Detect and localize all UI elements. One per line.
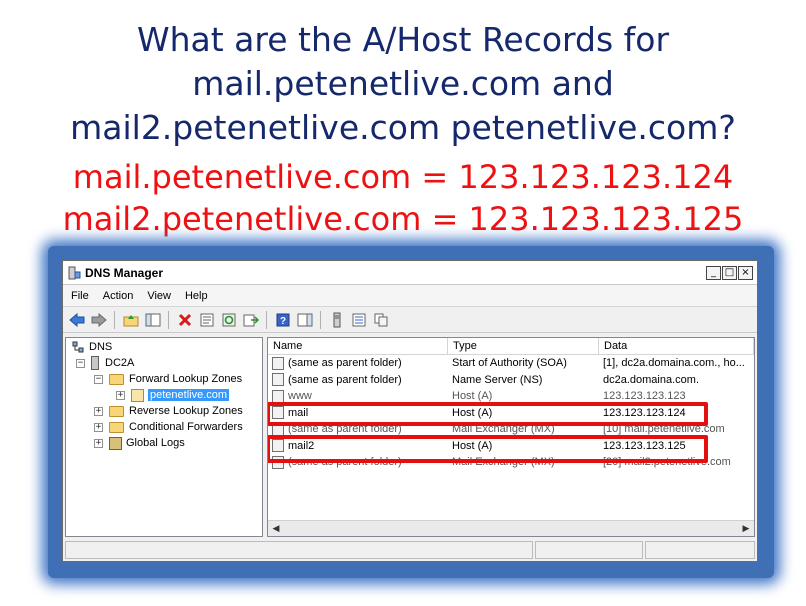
column-header-data[interactable]: Data: [599, 338, 754, 354]
window-controls: _ □ ×: [706, 265, 753, 280]
record-data: dc2a.domaina.com.: [603, 373, 699, 386]
minimize-button[interactable]: _: [706, 265, 721, 280]
answer-line-mail2: mail2.petenetlive.com = 123.123.123.125: [62, 200, 744, 238]
tree-item-dns[interactable]: DNS: [72, 339, 112, 355]
tree-item-reverse-lookup-zones[interactable]: + Reverse Lookup Zones: [94, 403, 243, 419]
status-segment: [535, 541, 643, 559]
tree-item-server[interactable]: − DC2A: [76, 355, 134, 371]
expand-icon[interactable]: +: [94, 422, 103, 432]
answer-line-mail: mail.petenetlive.com = 123.123.123.124: [72, 158, 734, 196]
toolbar-separator: [168, 310, 169, 329]
records-list: Name Type Data (same as parent folder) S…: [267, 337, 755, 537]
dns-manager-app-icon: [68, 266, 81, 279]
scroll-right-icon[interactable]: ▶: [738, 521, 754, 536]
highlight-box-mail2: [268, 435, 708, 463]
toolbar: ?: [63, 307, 757, 333]
collapse-icon[interactable]: −: [94, 374, 103, 384]
record-row[interactable]: (same as parent folder) Name Server (NS)…: [268, 372, 754, 389]
delete-icon[interactable]: [175, 310, 194, 329]
help-icon[interactable]: ?: [273, 310, 292, 329]
tree-item-petenetlive-zone[interactable]: + petenetlive.com: [116, 387, 230, 403]
tree-label: Conditional Forwarders: [129, 421, 243, 433]
record-row[interactable]: (same as parent folder) Start of Authori…: [268, 355, 754, 372]
dns-manager-window: DNS Manager _ □ × File Action View Help …: [62, 260, 758, 562]
tree-label: DC2A: [105, 357, 135, 369]
tree-item-conditional-forwarders[interactable]: + Conditional Forwarders: [94, 419, 243, 435]
record-data: [1], dc2a.domaina.com., ho...: [603, 357, 745, 370]
folder-icon: [109, 421, 124, 433]
record-type: Start of Authority (SOA): [452, 357, 567, 370]
menu-action[interactable]: Action: [103, 290, 134, 302]
copy-icon[interactable]: [371, 310, 390, 329]
title-bar[interactable]: DNS Manager _ □ ×: [63, 261, 757, 285]
folder-icon: [109, 373, 124, 385]
maximize-button[interactable]: □: [722, 265, 737, 280]
record-type: Name Server (NS): [452, 373, 543, 386]
tree-label-selected: petenetlive.com: [148, 389, 230, 401]
question-line: mail2.petenetlive.com petenetlive.com?: [70, 108, 736, 147]
back-icon[interactable]: [67, 310, 86, 329]
column-header-type[interactable]: Type: [448, 338, 599, 354]
content-panes: DNS − DC2A − Forward Lookup Zones + pete…: [65, 337, 755, 537]
record-icon: [272, 373, 284, 387]
log-icon: [109, 436, 122, 450]
show-pane-icon[interactable]: [295, 310, 314, 329]
record-name: (same as parent folder): [288, 357, 402, 370]
record-type: Host (A): [452, 390, 493, 403]
window-title: DNS Manager: [85, 265, 164, 280]
record-name: www: [288, 390, 312, 403]
status-segment: [645, 541, 755, 559]
question-line: mail.petenetlive.com and: [192, 64, 614, 103]
status-segment: [65, 541, 533, 559]
record-icon: [272, 356, 284, 370]
record-icon: [272, 389, 284, 403]
question-heading: What are the A/Host Records for mail.pet…: [0, 18, 806, 150]
menu-view[interactable]: View: [147, 290, 171, 302]
zone-icon: [131, 388, 144, 402]
server-icon[interactable]: [327, 310, 346, 329]
toolbar-separator: [320, 310, 321, 329]
toolbar-separator: [114, 310, 115, 329]
export-icon[interactable]: [241, 310, 260, 329]
tree-item-global-logs[interactable]: + Global Logs: [94, 435, 185, 451]
tree-label: Forward Lookup Zones: [129, 373, 243, 385]
list-icon[interactable]: [349, 310, 368, 329]
menu-bar: File Action View Help: [63, 285, 757, 307]
horizontal-scrollbar[interactable]: ◀ ▶: [268, 520, 754, 536]
close-button[interactable]: ×: [738, 265, 753, 280]
up-folder-icon[interactable]: [121, 310, 140, 329]
server-icon: [91, 356, 99, 370]
expand-icon[interactable]: +: [116, 390, 125, 400]
tree-label: Reverse Lookup Zones: [129, 405, 243, 417]
expand-icon[interactable]: +: [94, 438, 103, 448]
refresh-icon[interactable]: [219, 310, 238, 329]
dns-root-icon: [72, 341, 84, 353]
scroll-left-icon[interactable]: ◀: [268, 521, 284, 536]
show-hide-tree-icon[interactable]: [143, 310, 162, 329]
tree-label: DNS: [89, 341, 113, 353]
forward-icon[interactable]: [89, 310, 108, 329]
column-header-name[interactable]: Name: [268, 338, 448, 354]
record-name: (same as parent folder): [288, 373, 402, 386]
record-data: 123.123.123.123: [603, 390, 686, 403]
console-tree: DNS − DC2A − Forward Lookup Zones + pete…: [65, 337, 263, 537]
menu-file[interactable]: File: [71, 290, 89, 302]
menu-help[interactable]: Help: [185, 290, 208, 302]
question-line: What are the A/Host Records for: [136, 20, 670, 59]
properties-icon[interactable]: [197, 310, 216, 329]
collapse-icon[interactable]: −: [76, 358, 85, 368]
folder-icon: [109, 405, 124, 417]
svg-text:?: ?: [280, 316, 286, 327]
list-header: Name Type Data: [268, 338, 754, 355]
expand-icon[interactable]: +: [94, 406, 103, 416]
answer-text: mail.petenetlive.com = 123.123.123.124 m…: [0, 156, 806, 240]
tree-label: Global Logs: [126, 437, 185, 449]
tree-item-forward-lookup-zones[interactable]: − Forward Lookup Zones: [94, 371, 242, 387]
status-bar: [65, 541, 755, 559]
highlight-box-mail: [268, 402, 708, 426]
toolbar-separator: [266, 310, 267, 329]
